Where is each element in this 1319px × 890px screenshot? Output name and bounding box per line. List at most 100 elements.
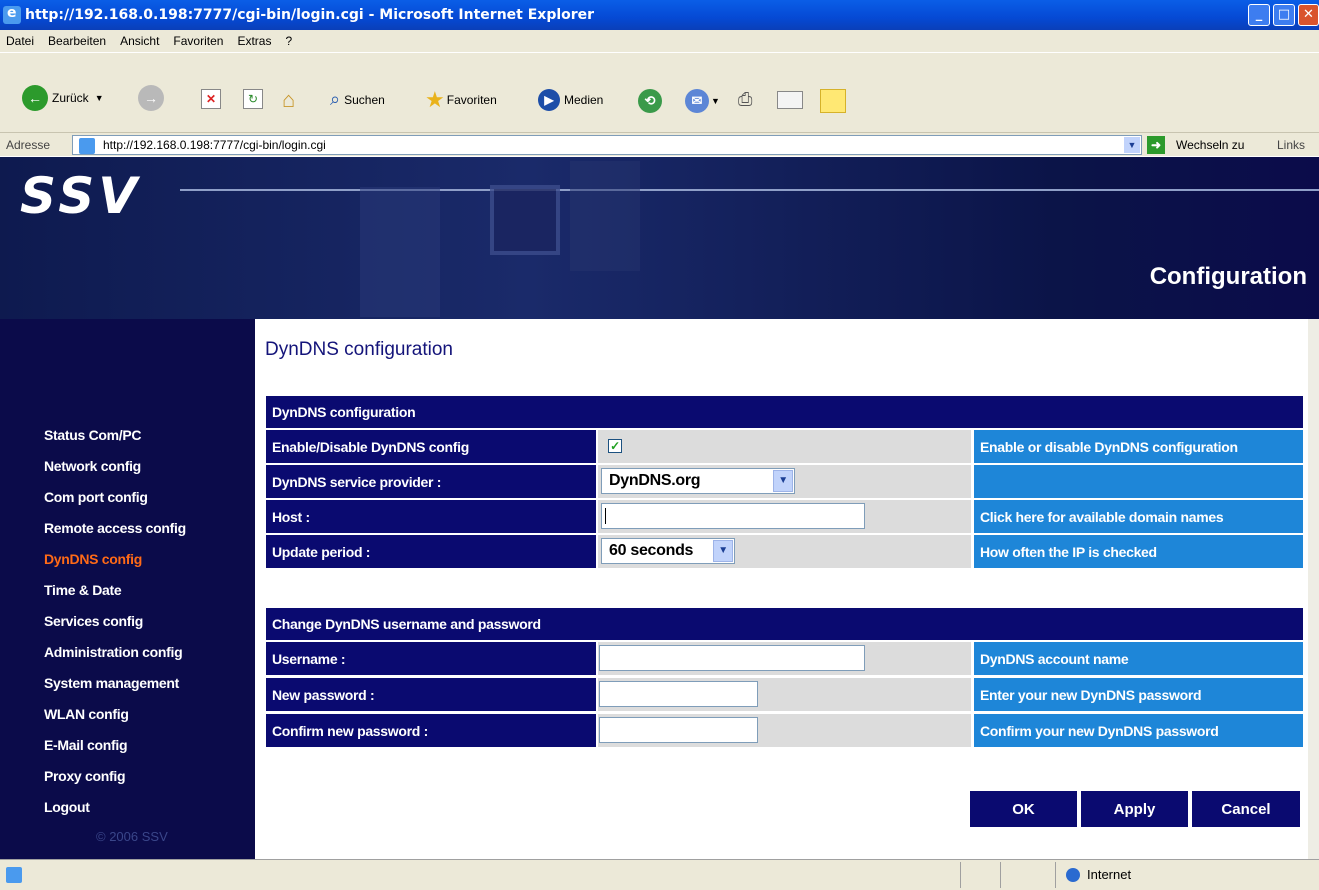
section-header-dyndns: DynDNS configuration (266, 396, 1303, 428)
status-divider (960, 862, 961, 888)
sidebar-item-remote-access[interactable]: Remote access config (44, 520, 186, 536)
stop-button[interactable]: ✕ (201, 89, 221, 109)
mail-button[interactable]: ✉ ▼ (685, 89, 720, 113)
vertical-scrollbar[interactable] (1308, 319, 1319, 859)
sidebar-item-wlan[interactable]: WLAN config (44, 706, 129, 722)
confirm-password-label: Confirm new password : (266, 714, 596, 747)
provider-help (974, 465, 1303, 498)
username-input[interactable] (599, 645, 865, 671)
page-header: SSV Configuration (0, 157, 1319, 319)
home-button[interactable]: ⌂ (282, 87, 295, 113)
history-button[interactable]: ⟲ (638, 89, 662, 113)
maximize-button[interactable]: □ (1273, 4, 1295, 26)
status-bar: Internet (0, 859, 1319, 890)
toolbar: ← Zurück ▼ → ✕ ↻ ⌂ ⌕ Suchen ★ Favoriten … (0, 52, 1319, 132)
new-password-input[interactable] (599, 681, 758, 707)
go-icon[interactable]: ➜ (1147, 136, 1165, 154)
menu-ansicht[interactable]: Ansicht (120, 34, 159, 48)
copyright: © 2006 SSV (96, 829, 168, 844)
period-label: Update period : (266, 535, 596, 568)
enable-cell: ✓ (598, 430, 971, 463)
address-label: Adresse (6, 138, 51, 152)
ok-button[interactable]: OK (970, 791, 1077, 827)
menu-extras[interactable]: Extras (237, 34, 271, 48)
host-input[interactable] (601, 503, 865, 529)
search-icon: ⌕ (330, 89, 341, 109)
messenger-button[interactable] (820, 89, 846, 113)
home-icon: ⌂ (282, 87, 296, 112)
chevron-down-icon[interactable]: ▼ (1124, 137, 1140, 153)
username-help: DynDNS account name (974, 642, 1303, 675)
sidebar-item-status[interactable]: Status Com/PC (44, 427, 142, 443)
history-icon: ⟲ (638, 89, 662, 113)
text-cursor (605, 508, 606, 524)
minimize-button[interactable]: _ (1248, 4, 1270, 26)
confirm-password-input[interactable] (599, 717, 758, 743)
star-icon: ★ (425, 87, 445, 112)
back-arrow-icon: ← (22, 85, 48, 111)
confirm-password-help: Confirm your new DynDNS password (974, 714, 1303, 747)
print-button[interactable]: ⎙ (738, 89, 752, 110)
edit-icon (777, 91, 803, 109)
cancel-button[interactable]: Cancel (1192, 791, 1300, 827)
sidebar-item-email[interactable]: E-Mail config (44, 737, 128, 753)
page-status-icon (6, 867, 22, 883)
media-button[interactable]: ▶ Medien (538, 89, 603, 111)
chevron-down-icon: ▼ (94, 93, 104, 103)
enable-label: Enable/Disable DynDNS config (266, 430, 596, 463)
header-title: Configuration (1149, 263, 1307, 290)
window-title: http://192.168.0.198:7777/cgi-bin/login.… (25, 7, 595, 23)
provider-cell: DynDNS.org ▼ (598, 465, 971, 498)
sidebar-item-dyndns[interactable]: DynDNS config (44, 551, 142, 567)
username-cell (598, 642, 971, 675)
host-help-link[interactable]: Click here for available domain names (974, 500, 1303, 533)
enable-checkbox[interactable]: ✓ (608, 439, 622, 453)
mail-icon: ✉ (685, 89, 709, 113)
go-button[interactable]: Wechseln zu (1176, 138, 1244, 152)
enable-help: Enable or disable DynDNS configuration (974, 430, 1303, 463)
links-button[interactable]: Links (1277, 138, 1305, 152)
sidebar-item-proxy[interactable]: Proxy config (44, 768, 126, 784)
sidebar-item-logout[interactable]: Logout (44, 799, 90, 815)
refresh-icon: ↻ (243, 89, 263, 109)
favorites-label: Favoriten (446, 93, 497, 107)
sidebar-item-administration[interactable]: Administration config (44, 644, 183, 660)
host-label: Host : (266, 500, 596, 533)
search-button[interactable]: ⌕ Suchen (330, 89, 385, 110)
section-header-credentials: Change DynDNS username and password (266, 608, 1303, 640)
sidebar-item-services[interactable]: Services config (44, 613, 143, 629)
menu-bar: Datei Bearbeiten Ansicht Favoriten Extra… (0, 30, 1319, 52)
sidebar-item-network[interactable]: Network config (44, 458, 141, 474)
main-panel: DynDNS configuration DynDNS configuratio… (255, 319, 1308, 859)
zone-label: Internet (1087, 867, 1132, 882)
forward-button[interactable]: → (138, 85, 164, 111)
favorites-button[interactable]: ★ Favoriten (425, 87, 497, 113)
header-divider (180, 189, 1319, 191)
apply-button[interactable]: Apply (1081, 791, 1188, 827)
period-select[interactable]: 60 seconds ▼ (601, 538, 735, 564)
address-url: http://192.168.0.198:7777/cgi-bin/login.… (103, 138, 326, 152)
refresh-button[interactable]: ↻ (243, 89, 263, 109)
confirm-password-cell (598, 714, 971, 747)
page-icon (79, 138, 95, 154)
menu-help[interactable]: ? (285, 34, 292, 48)
edit-button[interactable] (777, 91, 803, 109)
provider-select[interactable]: DynDNS.org ▼ (601, 468, 795, 494)
back-label: Zurück (52, 91, 89, 105)
menu-favoriten[interactable]: Favoriten (173, 34, 223, 48)
monitor-graphic (490, 185, 560, 255)
back-button[interactable]: ← Zurück ▼ (22, 85, 104, 111)
address-input[interactable]: http://192.168.0.198:7777/cgi-bin/login.… (72, 135, 1142, 155)
globe-icon (1066, 868, 1080, 882)
window-titlebar: http://192.168.0.198:7777/cgi-bin/login.… (0, 0, 1319, 30)
close-button[interactable]: ✕ (1298, 4, 1319, 26)
host-cell (598, 500, 971, 533)
chevron-down-icon: ▼ (773, 470, 793, 492)
sidebar-item-system-management[interactable]: System management (44, 675, 179, 691)
menu-bearbeiten[interactable]: Bearbeiten (48, 34, 106, 48)
sidebar-item-time-date[interactable]: Time & Date (44, 582, 122, 598)
menu-datei[interactable]: Datei (6, 34, 34, 48)
sidebar-item-comport[interactable]: Com port config (44, 489, 148, 505)
username-label: Username : (266, 642, 596, 675)
provider-label: DynDNS service provider : (266, 465, 596, 498)
